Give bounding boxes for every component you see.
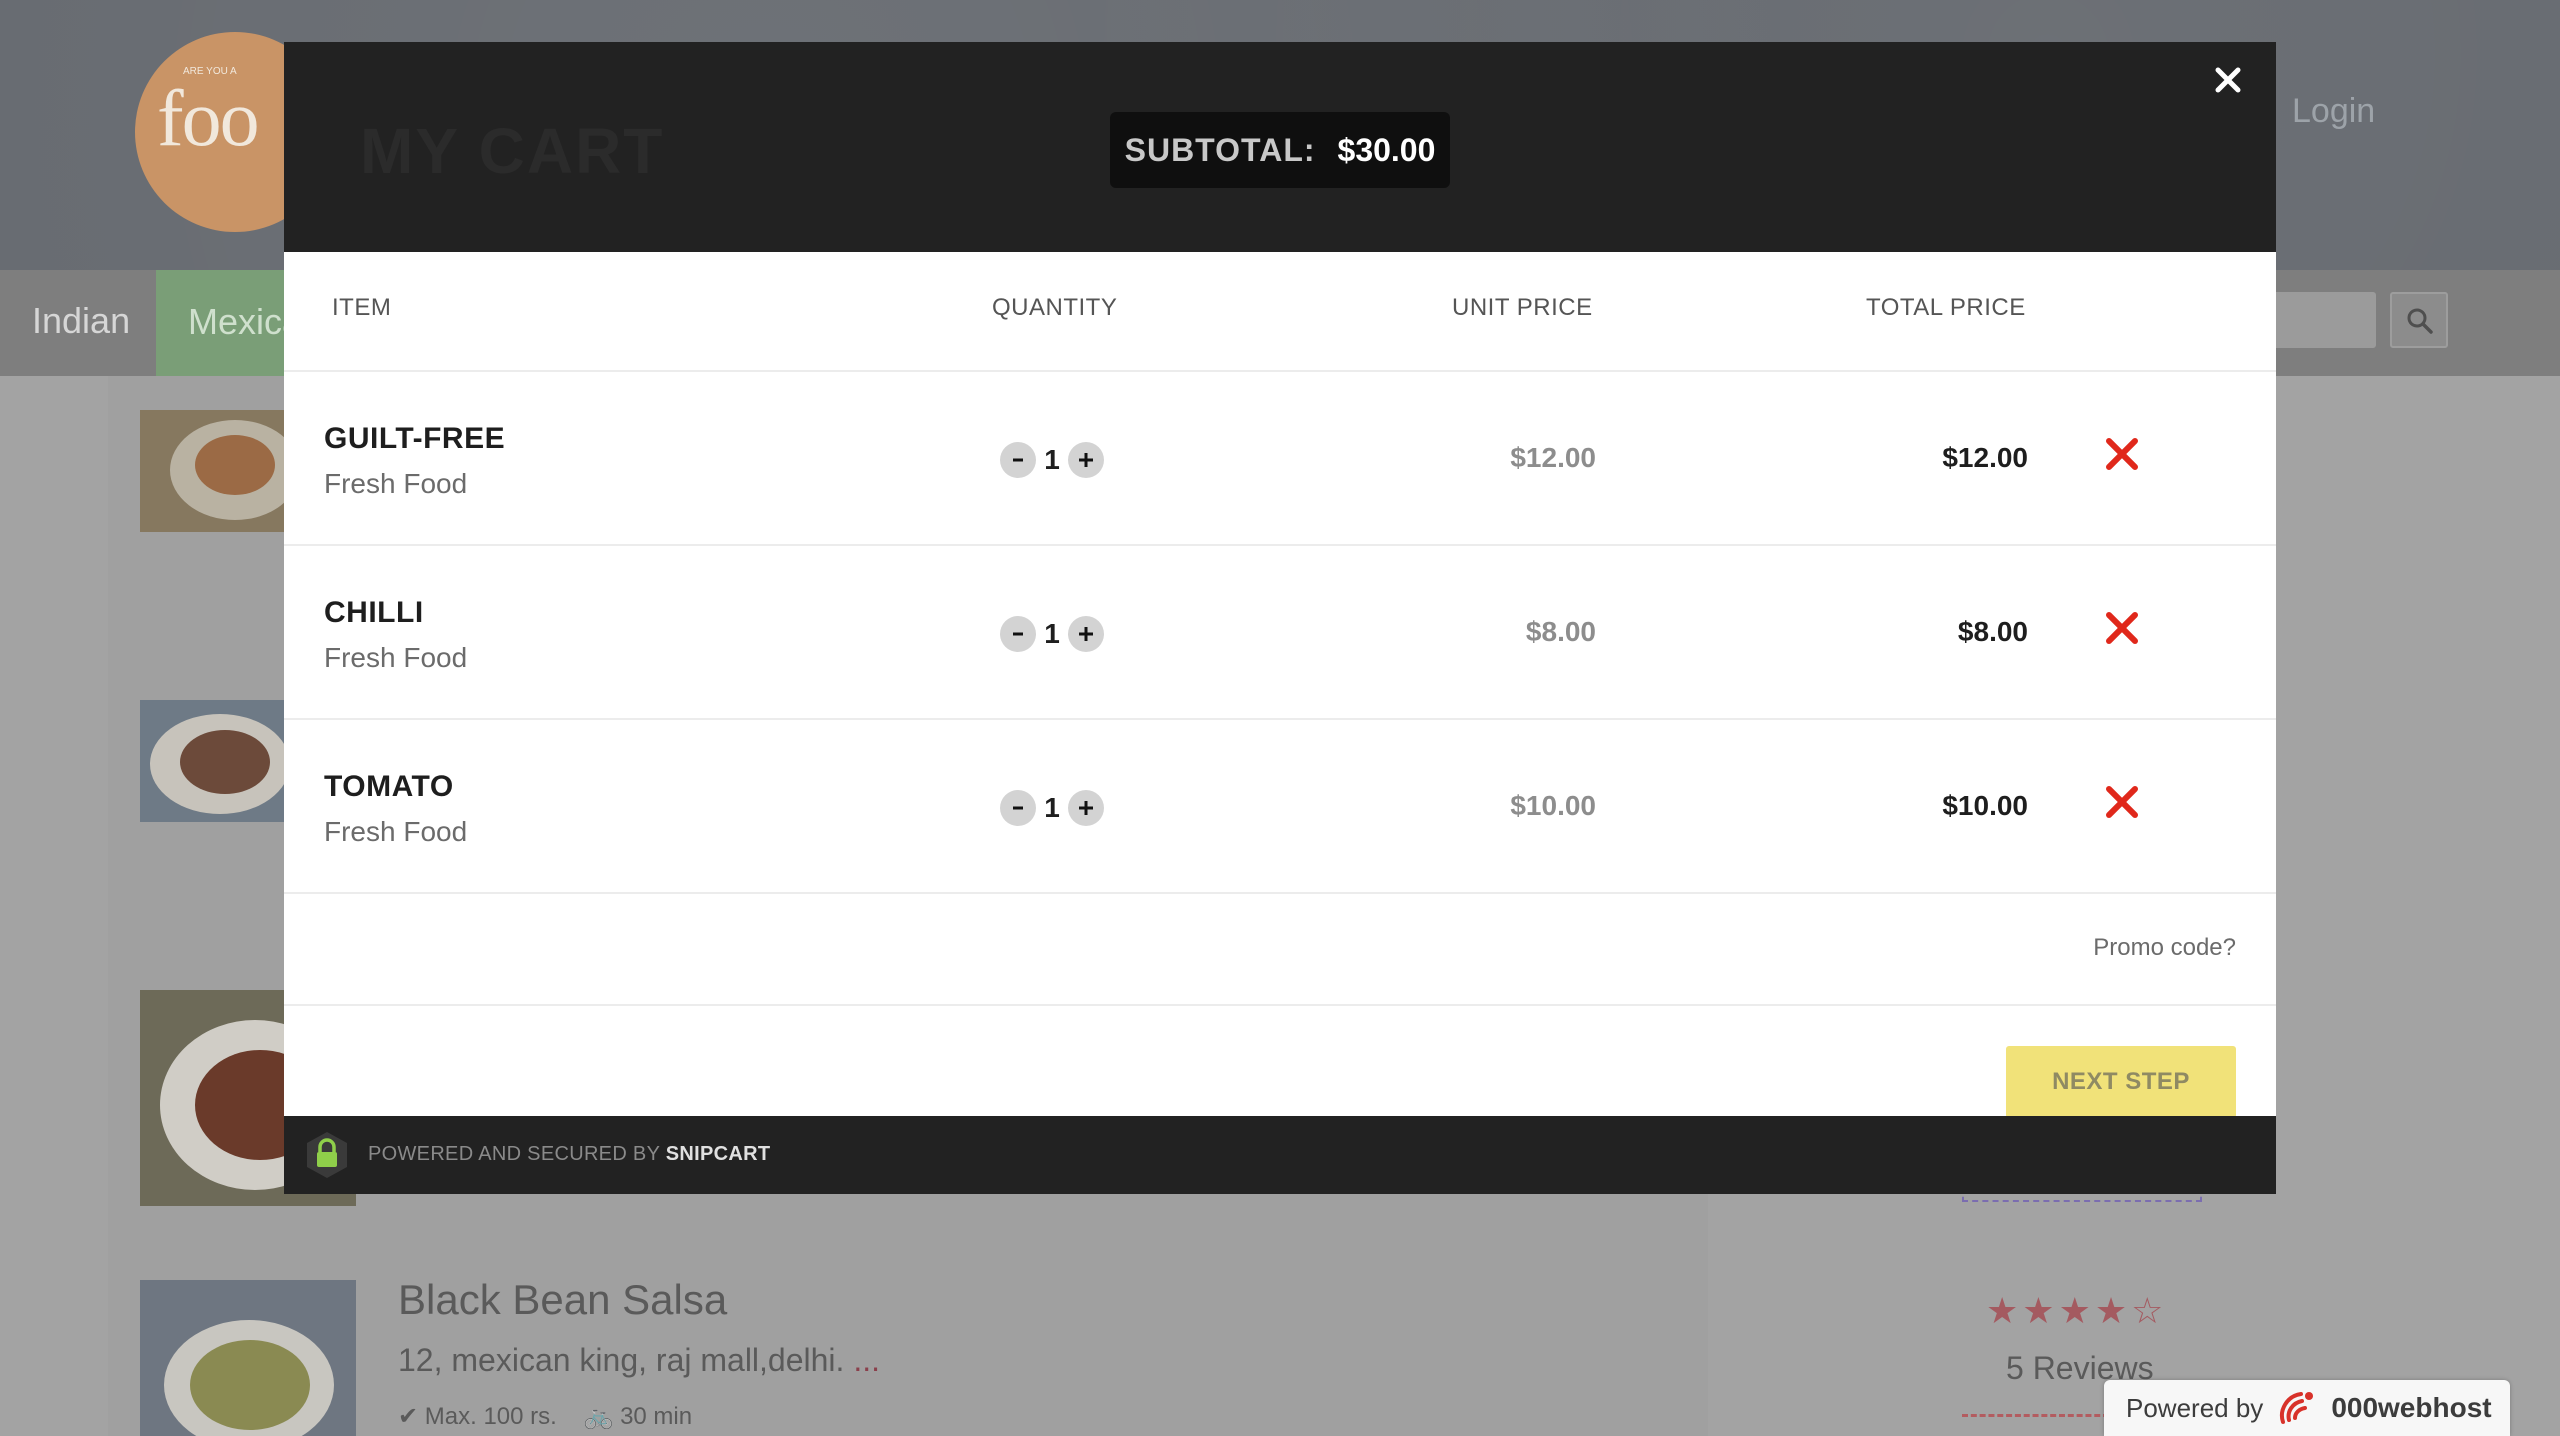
increase-button[interactable] <box>1068 442 1104 478</box>
cart-title: MY CART <box>360 115 665 187</box>
cart-body: ITEM QUANTITY UNIT PRICE TOTAL PRICE GUI… <box>284 252 2276 1118</box>
item-name: GUILT-FREE <box>324 422 506 455</box>
plus-icon <box>1079 801 1093 815</box>
increase-button[interactable] <box>1068 790 1104 826</box>
remove-icon <box>2106 786 2138 818</box>
close-icon <box>2215 67 2241 93</box>
item-description: Fresh Food <box>324 816 468 847</box>
divider <box>284 1004 2276 1006</box>
decrease-button[interactable] <box>1000 616 1036 652</box>
quantity-stepper: 1 <box>1000 790 1104 826</box>
remove-icon <box>2106 438 2138 470</box>
minus-icon <box>1013 632 1023 636</box>
subtotal-label: SUBTOTAL: <box>1124 131 1316 168</box>
decrease-button[interactable] <box>1000 442 1036 478</box>
divider <box>284 892 2276 894</box>
subtotal-box: SUBTOTAL: $30.00 <box>1110 112 1450 188</box>
column-header-quantity: QUANTITY <box>992 294 1118 321</box>
decrease-button[interactable] <box>1000 790 1036 826</box>
quantity-stepper: 1 <box>1000 616 1104 652</box>
subtotal-value: $30.00 <box>1337 131 1436 168</box>
column-header-unit-price: UNIT PRICE <box>1452 294 1593 321</box>
webhost-logo-icon <box>2280 1392 2314 1424</box>
remove-item-button[interactable] <box>2104 784 2140 820</box>
cart-header: MY CART SUBTOTAL: $30.00 <box>284 42 2276 252</box>
remove-icon <box>2106 612 2138 644</box>
column-header-total-price: TOTAL PRICE <box>1866 294 2026 321</box>
quantity-value: 1 <box>1044 792 1060 823</box>
column-header-item: ITEM <box>332 294 392 321</box>
quantity-value: 1 <box>1044 444 1060 475</box>
cart-item-row: TOMATO Fresh Food 1 $10.00 $10.00 <box>284 720 2276 892</box>
remove-item-button[interactable] <box>2104 610 2140 646</box>
item-name: TOMATO <box>324 770 454 803</box>
cart-footer: POWERED AND SECURED BY SNIPCART <box>284 1116 2276 1194</box>
plus-icon <box>1079 627 1093 641</box>
unit-price: $12.00 <box>1510 442 1596 473</box>
remove-item-button[interactable] <box>2104 436 2140 472</box>
unit-price: $10.00 <box>1510 790 1596 821</box>
item-description: Fresh Food <box>324 642 468 673</box>
next-step-button[interactable]: NEXT STEP <box>2006 1046 2236 1118</box>
lock-icon <box>302 1130 352 1180</box>
total-price: $8.00 <box>1957 616 2028 647</box>
total-price: $10.00 <box>1942 790 2028 821</box>
powered-by-text: POWERED AND SECURED BY SNIPCART <box>368 1143 770 1166</box>
item-name: CHILLI <box>324 596 424 629</box>
cart-item-row: CHILLI Fresh Food 1 $8.00 $8.00 <box>284 546 2276 718</box>
close-button[interactable] <box>2208 60 2248 100</box>
promo-code-link[interactable]: Promo code? <box>2093 934 2236 962</box>
item-description: Fresh Food <box>324 468 468 499</box>
minus-icon <box>1013 806 1023 810</box>
increase-button[interactable] <box>1068 616 1104 652</box>
cart-modal: MY CART SUBTOTAL: $30.00 ITEM QUANTITY U… <box>284 42 2276 1194</box>
total-price: $12.00 <box>1942 442 2028 473</box>
powered-by-label: POWERED AND SECURED BY <box>368 1143 660 1165</box>
quantity-value: 1 <box>1044 618 1060 649</box>
snipcart-link[interactable]: SNIPCART <box>666 1143 771 1165</box>
badge-brand: 000webhost <box>2331 1392 2492 1423</box>
minus-icon <box>1013 458 1023 462</box>
unit-price: $8.00 <box>1525 616 1596 647</box>
plus-icon <box>1079 453 1093 467</box>
badge-powered-by: Powered by <box>2126 1392 2264 1423</box>
hosting-badge[interactable]: Powered by 000webhost <box>2104 1380 2510 1436</box>
quantity-stepper: 1 <box>1000 442 1104 478</box>
cart-item-row: GUILT-FREE Fresh Food 1 $12.00 $12.00 <box>284 372 2276 544</box>
